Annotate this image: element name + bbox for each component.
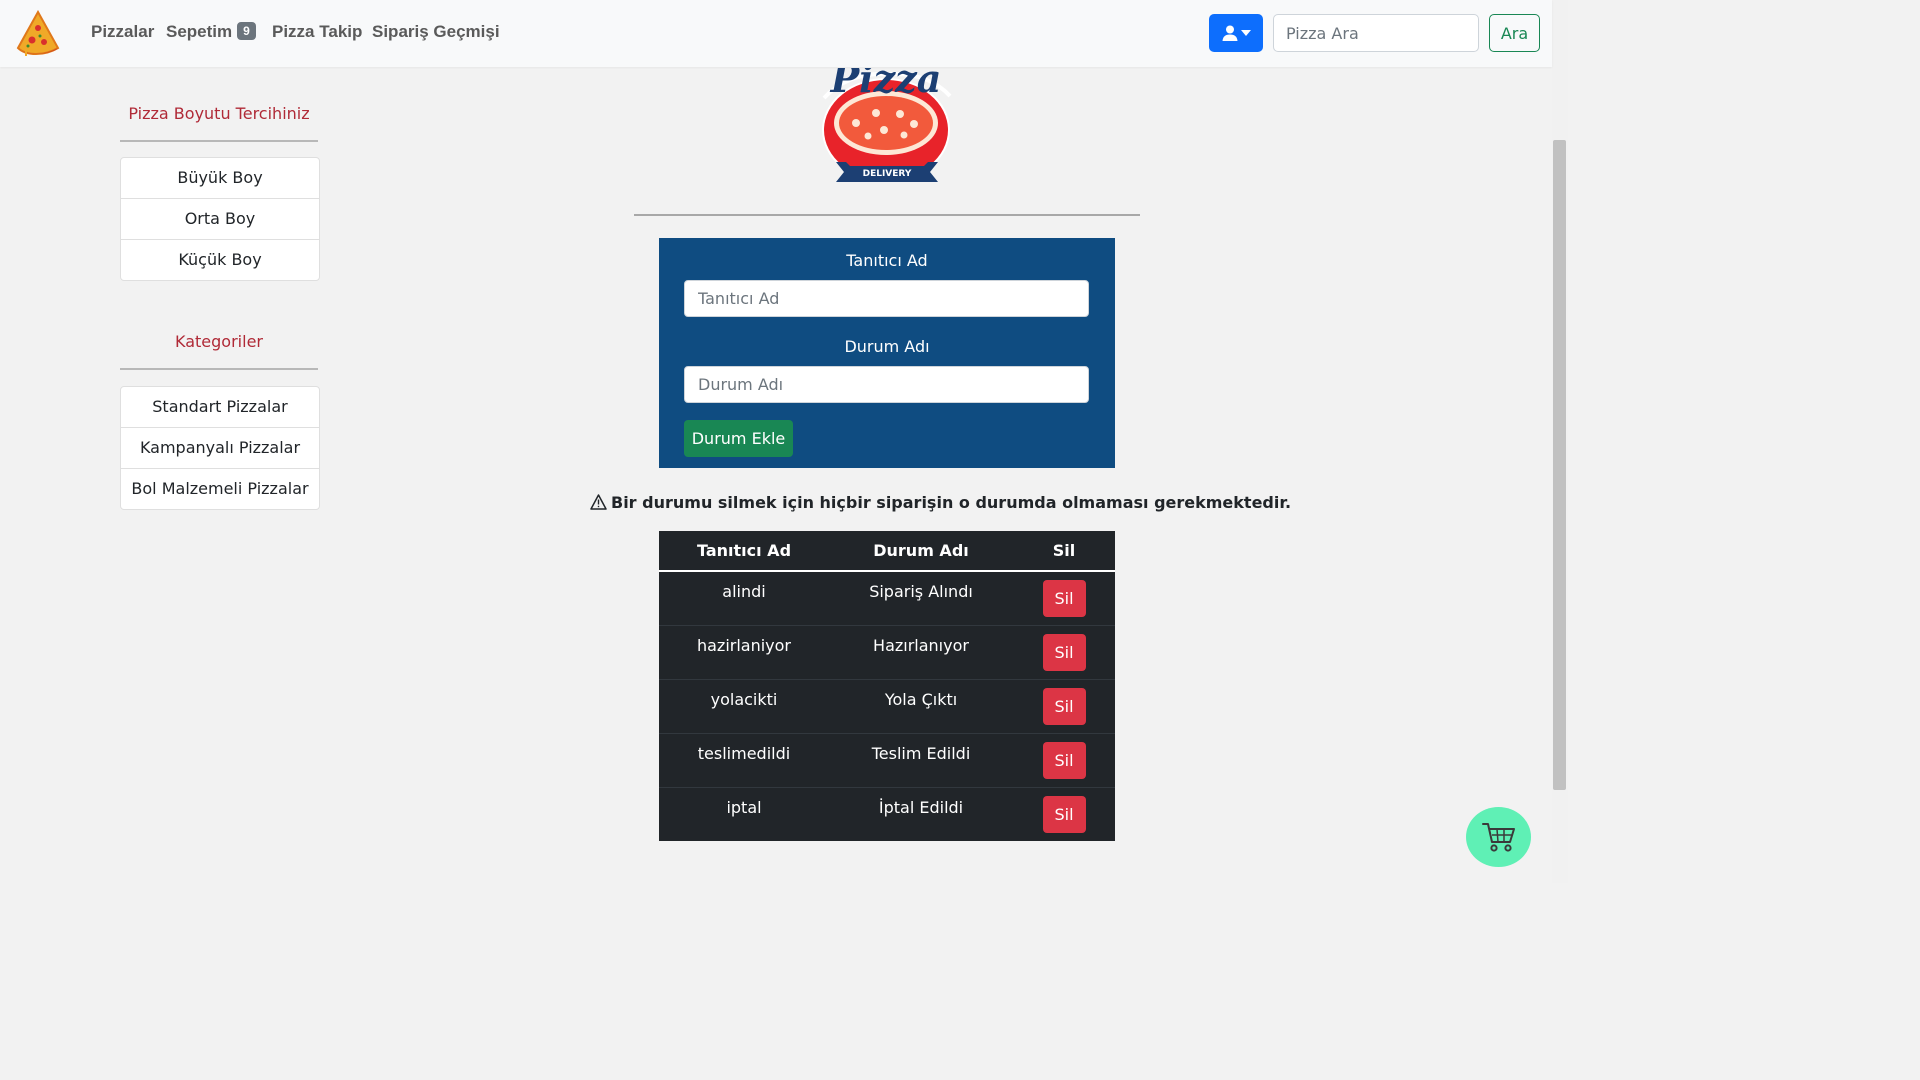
nav-sepetim[interactable]: Sepetim 9 [166,22,256,42]
id-label: Tanıtıcı Ad [846,251,928,270]
logo-tag: DELIVERY [863,169,912,179]
delete-button[interactable]: Sil [1042,687,1086,725]
add-status-button[interactable]: Durum Ekle [684,420,793,457]
warning-icon [590,494,607,510]
nav-pizza-takip[interactable]: Pizza Takip [272,22,362,42]
nav-sepetim-label: Sepetim [166,22,233,41]
name-input[interactable] [684,366,1089,403]
user-menu-button[interactable] [1209,14,1263,52]
delete-button[interactable]: Sil [1042,741,1086,779]
category-divider [120,368,318,370]
header-tanitici-ad: Tanıtıcı Ad [659,531,829,572]
table-row: alindi Sipariş Alındı Sil [659,571,1115,625]
size-list: Büyük Boy Orta Boy Küçük Boy [120,157,320,281]
delete-warning: Bir durumu silmek için hiçbir siparişin … [590,493,1291,512]
table-header-row: Tanıtıcı Ad Durum Adı Sil [659,531,1115,572]
size-item-buyuk[interactable]: Büyük Boy [121,158,319,199]
cell-id: teslimedildi [659,732,829,787]
cell-action: Sil [1013,786,1115,841]
category-item-kampanyali[interactable]: Kampanyalı Pizzalar [121,428,319,469]
cell-name: Teslim Edildi [829,732,1013,787]
table-row: teslimedildi Teslim Edildi Sil [659,732,1115,787]
status-form: Tanıtıcı Ad Durum Adı Durum Ekle [659,238,1115,468]
nav-siparis-gecmisi[interactable]: Sipariş Geçmişi [372,22,500,42]
cell-action: Sil [1013,571,1115,625]
cell-name: Yola Çıktı [829,678,1013,733]
cell-name: Hazırlanıyor [829,624,1013,679]
size-item-kucuk[interactable]: Küçük Boy [121,240,319,280]
cart-count-badge: 9 [237,22,256,40]
shopping-cart-icon [1482,823,1515,852]
nav-pizzalar[interactable]: Pizzalar [91,22,154,42]
size-section-title: Pizza Boyutu Tercihiniz [128,104,310,123]
cell-id: iptal [659,786,829,841]
category-item-standart[interactable]: Standart Pizzalar [121,387,319,428]
category-item-bol-malzemeli[interactable]: Bol Malzemeli Pizzalar [121,469,319,509]
cell-action: Sil [1013,624,1115,679]
search-button[interactable]: Ara [1489,14,1540,52]
user-icon [1222,25,1238,41]
category-list: Standart Pizzalar Kampanyalı Pizzalar Bo… [120,386,320,510]
size-divider [120,140,318,142]
header-durum-adi: Durum Adı [829,531,1013,572]
delete-button[interactable]: Sil [1042,580,1086,617]
warning-text: Bir durumu silmek için hiçbir siparişin … [611,493,1292,512]
table-row: yolacikti Yola Çıktı Sil [659,678,1115,733]
navbar: Pizzalar Sepetim 9 Pizza Takip Sipariş Ge… [0,0,1552,67]
search-input[interactable] [1273,14,1479,52]
delete-button[interactable]: Sil [1042,633,1086,671]
cell-id: yolacikti [659,678,829,733]
cell-id: alindi [722,582,766,601]
pizza-slice-icon[interactable] [16,10,60,58]
logo-word: Pizza [830,68,942,101]
header-sil: Sil [1013,531,1115,572]
cell-action: Sil [1013,732,1115,787]
category-section-title: Kategoriler [175,332,263,351]
delete-button[interactable]: Sil [1042,795,1086,833]
cell-name: İptal Edildi [829,786,1013,841]
table-row: hazirlaniyor Hazırlanıyor Sil [659,624,1115,679]
size-item-orta[interactable]: Orta Boy [121,199,319,240]
cell-id: hazirlaniyor [659,624,829,679]
cell-name: Sipariş Alındı [869,582,973,601]
main-divider [634,214,1140,216]
caret-down-icon [1241,30,1251,36]
id-input[interactable] [684,280,1089,317]
status-table: Tanıtıcı Ad Durum Adı Sil alindi Sipariş… [659,531,1115,841]
cell-action: Sil [1013,678,1115,733]
name-label: Durum Adı [844,337,930,356]
table-row: iptal İptal Edildi Sil [659,786,1115,841]
scrollbar-thumb[interactable] [1553,140,1566,790]
pizza-delivery-logo: Pizza DELIVERY [822,68,952,182]
cart-fab-button[interactable] [1466,807,1531,867]
